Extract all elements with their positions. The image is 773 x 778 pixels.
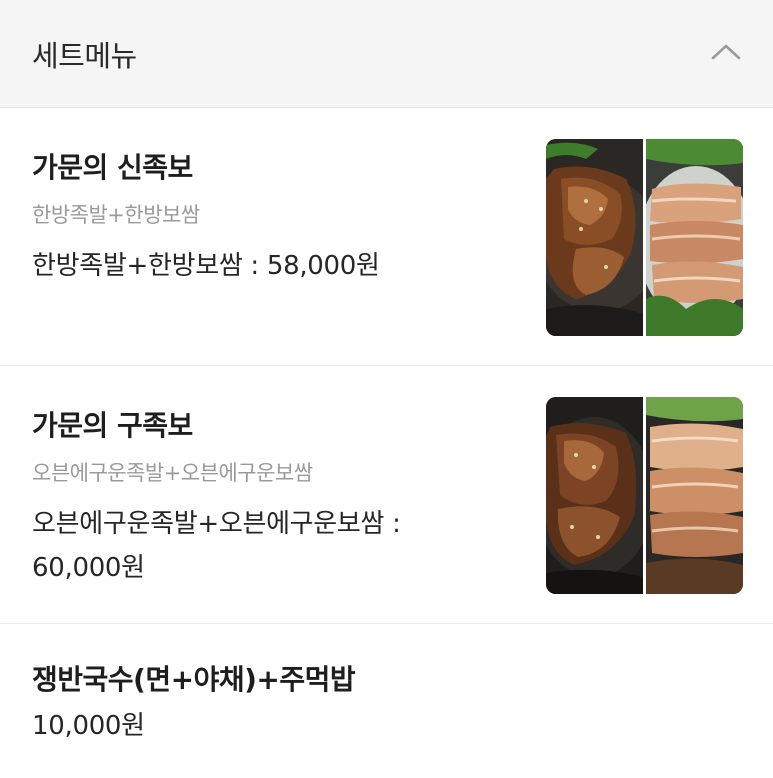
menu-item-photo[interactable] xyxy=(546,397,743,594)
bossam-photo xyxy=(645,139,743,336)
section-title: 세트메뉴 xyxy=(32,39,137,73)
jokbal-photo xyxy=(546,397,643,594)
menu-item-name: 가문의 신족보 xyxy=(32,151,193,184)
menu-item-description: 한방족발+한방보쌈 xyxy=(32,203,200,227)
menu-item-name: 가문의 구족보 xyxy=(32,409,193,442)
menu-item-name: 쟁반국수(면+야채)+주먹밥 xyxy=(32,663,356,696)
menu-item[interactable]: 가문의 신족보 한방족발+한방보쌈 한방족발+한방보쌈 : 58,000원 xyxy=(0,108,773,366)
menu-item-photo[interactable] xyxy=(546,139,743,336)
menu-item[interactable]: 가문의 구족보 오븐에구운족발+오븐에구운보쌈 오븐에구운족발+오븐에구운보쌈 … xyxy=(0,366,773,624)
menu-item-description: 오븐에구운족발+오븐에구운보쌈 xyxy=(32,461,313,485)
menu-page: 세트메뉴 가문의 신족보 한방족발+한방보쌈 한방족발+한방보쌈 : 58,00… xyxy=(0,0,773,778)
jokbal-photo xyxy=(546,139,643,336)
chevron-up-icon xyxy=(711,42,741,64)
menu-item-price: 한방족발+한방보쌈 : 58,000원 xyxy=(32,251,380,281)
menu-item[interactable]: 쟁반국수(면+야채)+주먹밥 10,000원 xyxy=(0,624,773,777)
menu-item-price: 오븐에구운족발+오븐에구운보쌈 : 60,000원 xyxy=(32,509,401,583)
collapse-button[interactable] xyxy=(703,30,749,76)
bossam-photo xyxy=(645,397,743,594)
set-menu-header[interactable]: 세트메뉴 xyxy=(0,0,773,108)
menu-item-price: 10,000원 xyxy=(32,711,145,741)
